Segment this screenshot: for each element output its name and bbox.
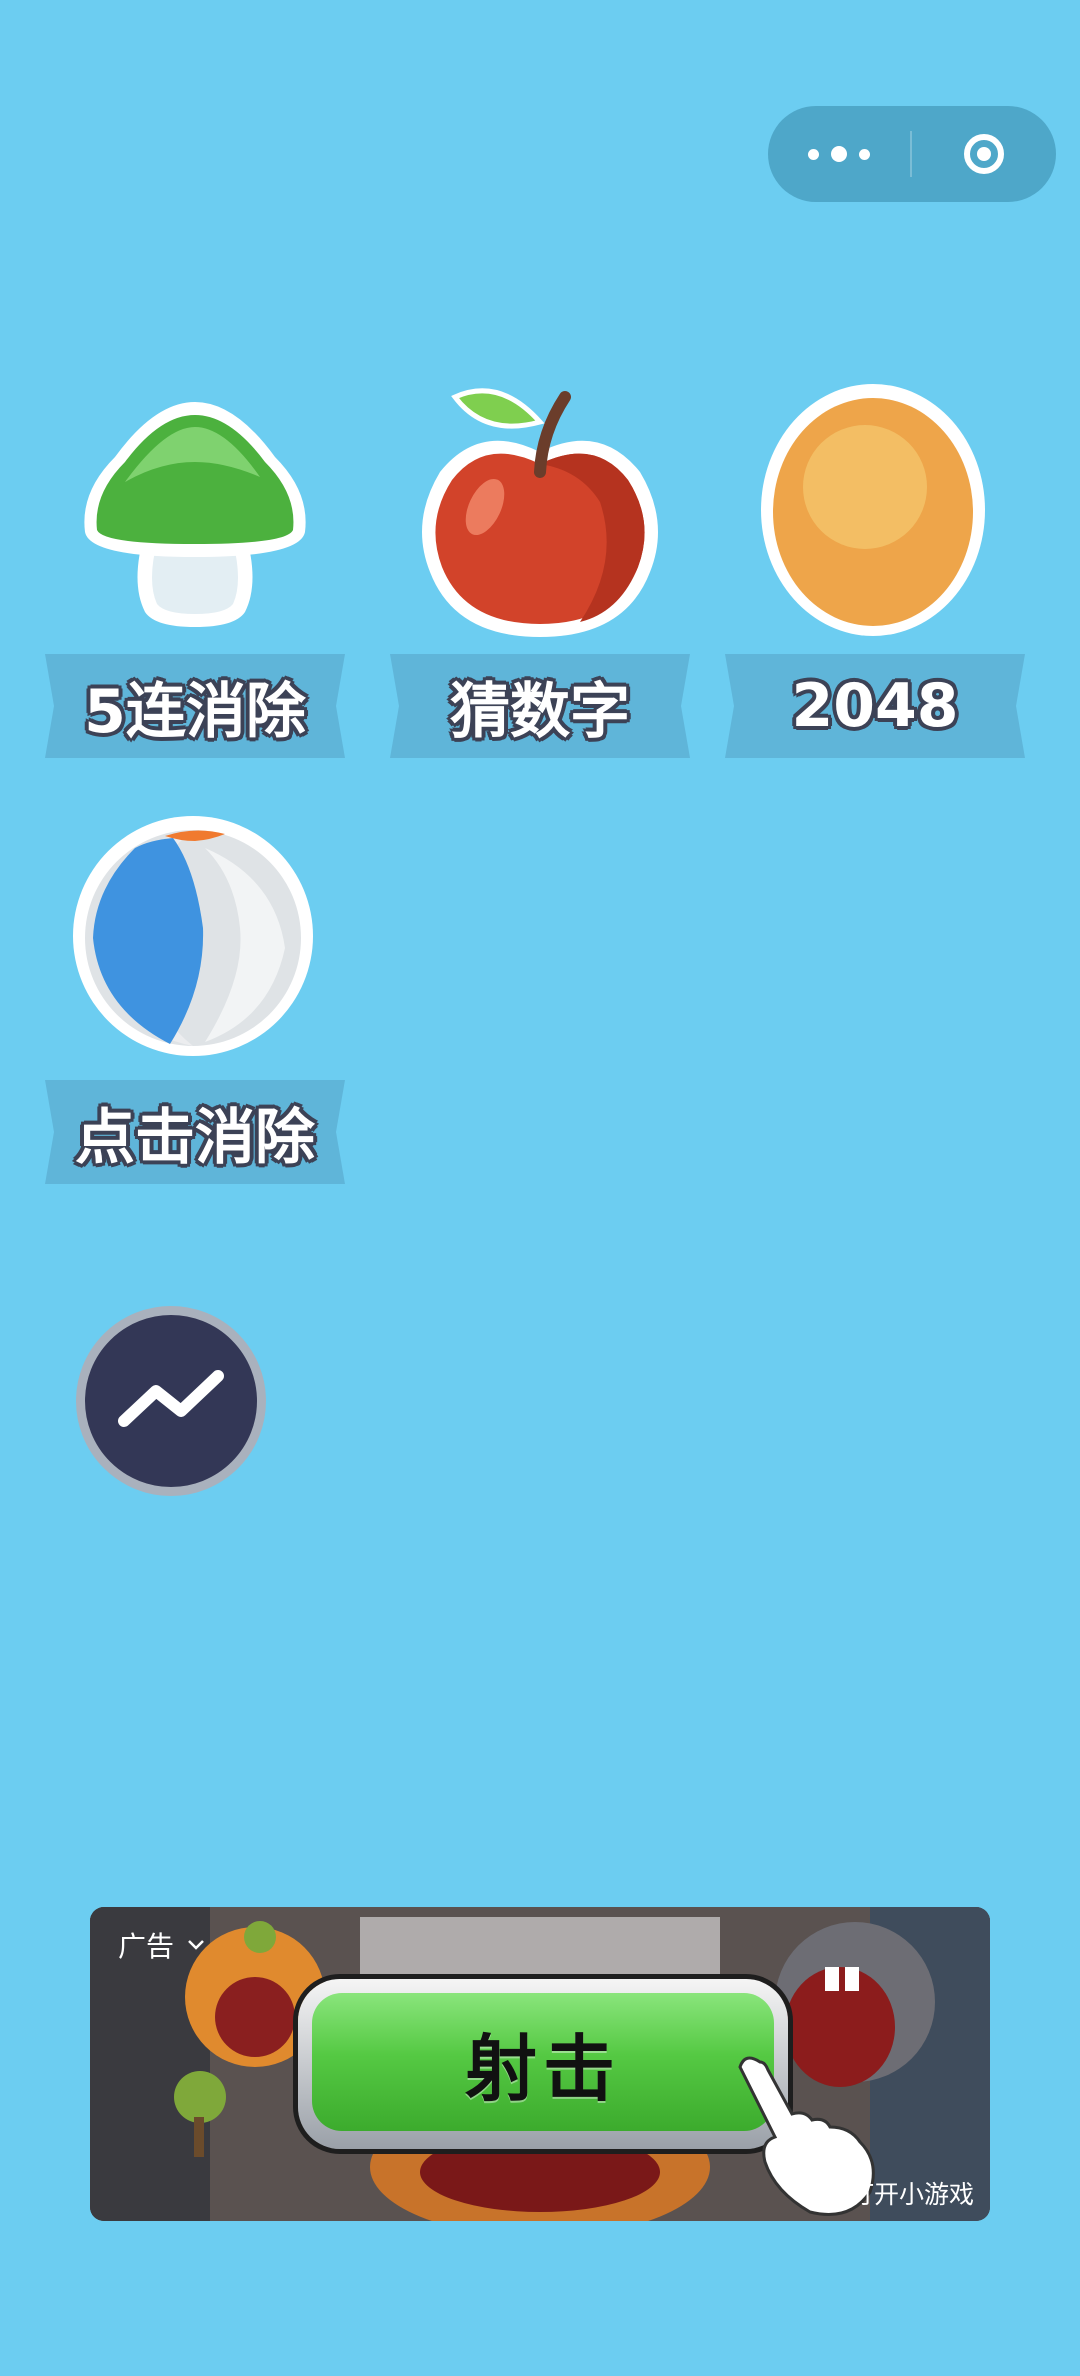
game-label: 2048 (791, 671, 959, 741)
game-label-ribbon: 点击消除 (45, 1080, 345, 1184)
egg-icon (761, 384, 985, 636)
ball-icon (73, 816, 313, 1056)
shoot-button-label: 射击 (464, 2026, 621, 2111)
chevron-down-icon (188, 1940, 204, 1950)
trend-line-icon (118, 1370, 224, 1427)
apple-icon (422, 388, 658, 637)
game-tile-guess-number[interactable]: 猜数字 (390, 382, 690, 782)
game-tile-5-match[interactable]: 5连消除 (45, 382, 345, 782)
game-tile-2048[interactable]: 2048 (725, 382, 1025, 782)
ad-banner[interactable]: 广告 射击 打开小游戏 (90, 1907, 990, 2221)
open-mini-game-link[interactable]: 打开小游戏 (819, 2175, 974, 2211)
more-dots-icon (808, 148, 819, 160)
game-label-ribbon: 猜数字 (390, 654, 690, 758)
shoot-button[interactable]: 射击 (298, 1979, 788, 2149)
trend-button[interactable] (76, 1306, 266, 1496)
game-label: 5连消除 (84, 676, 306, 747)
game-label-ribbon: 2048 (725, 654, 1025, 758)
game-label-ribbon: 5连消除 (45, 654, 345, 758)
mushroom-icon (84, 402, 306, 627)
ad-label[interactable]: 广告 (118, 1925, 206, 1965)
game-label: 猜数字 (450, 676, 630, 747)
target-circle-icon (964, 134, 1004, 174)
game-label: 点击消除 (75, 1102, 315, 1173)
game-tile-tap-clear[interactable]: 点击消除 (45, 808, 345, 1208)
link-icon (821, 2182, 844, 2205)
close-button[interactable] (912, 106, 1056, 202)
mini-program-capsule (768, 106, 1056, 202)
more-button[interactable] (768, 106, 910, 202)
